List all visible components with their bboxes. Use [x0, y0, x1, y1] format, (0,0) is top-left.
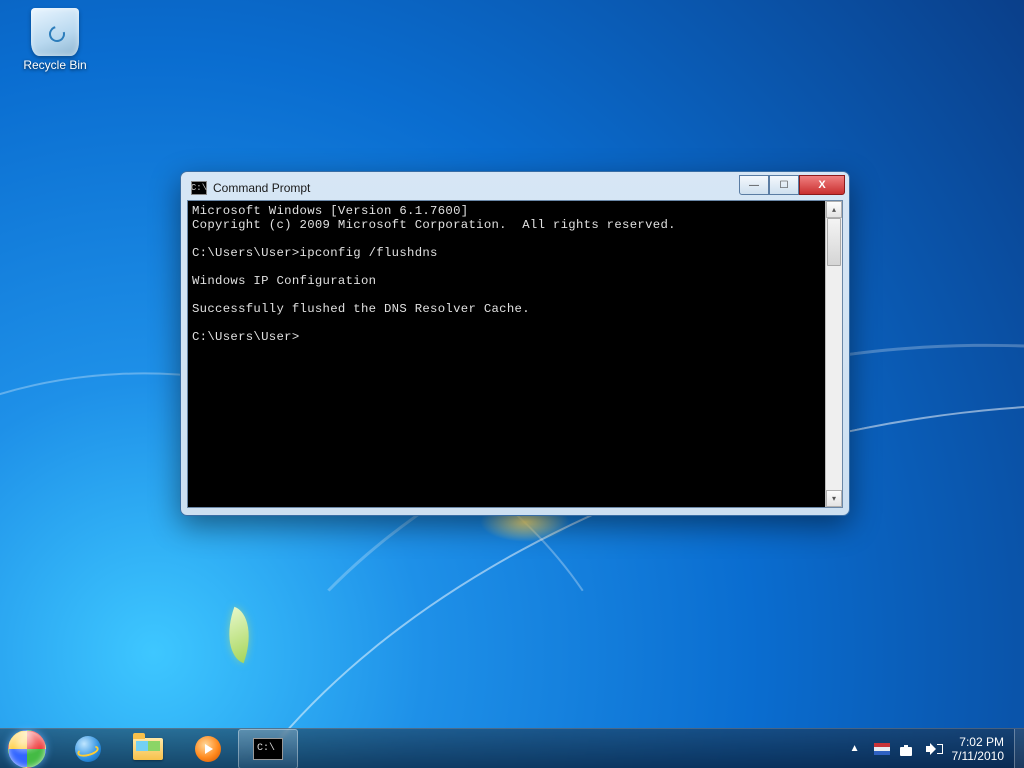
internet-explorer-icon [75, 736, 101, 762]
recycle-bin-icon [31, 8, 79, 56]
volume-icon [926, 742, 942, 756]
taskbar-item-internet-explorer[interactable] [58, 729, 118, 768]
maximize-button[interactable]: ☐ [769, 175, 799, 195]
taskbar-pinned: C:\ [54, 729, 298, 768]
close-button[interactable]: X [799, 175, 845, 195]
scroll-up-button[interactable]: ▴ [826, 201, 842, 218]
tray-overflow-button[interactable]: ▲ [846, 729, 864, 768]
taskbar-item-explorer[interactable] [118, 729, 178, 768]
scroll-track[interactable] [826, 218, 842, 490]
scrollbar-vertical[interactable]: ▴ ▾ [825, 201, 842, 507]
window-controls: — ☐ X [739, 175, 845, 195]
tray-action-center[interactable] [874, 729, 890, 768]
scroll-down-button[interactable]: ▾ [826, 490, 842, 507]
console-area: Microsoft Windows [Version 6.1.7600] Cop… [187, 200, 843, 508]
clock-time: 7:02 PM [952, 735, 1005, 749]
tray-volume[interactable] [926, 729, 942, 768]
network-icon [900, 742, 916, 756]
system-tray: ▲ 7:02 PM 7/11/2010 [838, 729, 1014, 768]
show-desktop-button[interactable] [1014, 729, 1024, 768]
start-button[interactable] [0, 729, 54, 768]
desktop-icon-label: Recycle Bin [18, 58, 92, 72]
minimize-button[interactable]: — [739, 175, 769, 195]
windows-logo-icon [8, 730, 46, 768]
cmd-icon: C:\ [191, 181, 207, 195]
window-command-prompt[interactable]: C:\ Command Prompt — ☐ X Microsoft Windo… [180, 171, 850, 516]
taskbar[interactable]: C:\ ▲ 7:02 PM 7/11/2010 [0, 728, 1024, 768]
wallpaper-leaf [217, 607, 260, 664]
titlebar[interactable]: C:\ Command Prompt — ☐ X [187, 178, 843, 200]
taskbar-clock[interactable]: 7:02 PM 7/11/2010 [952, 735, 1005, 763]
tray-network[interactable] [900, 729, 916, 768]
desktop-icon-recycle-bin[interactable]: Recycle Bin [18, 8, 92, 72]
taskbar-item-media-player[interactable] [178, 729, 238, 768]
console-output[interactable]: Microsoft Windows [Version 6.1.7600] Cop… [188, 201, 825, 507]
flag-icon [874, 743, 890, 755]
clock-date: 7/11/2010 [952, 749, 1005, 763]
taskbar-item-command-prompt[interactable]: C:\ [238, 729, 298, 768]
folder-icon [133, 738, 163, 760]
cmd-icon: C:\ [253, 738, 283, 760]
window-title: Command Prompt [213, 181, 310, 195]
media-player-icon [195, 736, 221, 762]
scroll-thumb[interactable] [827, 218, 841, 266]
